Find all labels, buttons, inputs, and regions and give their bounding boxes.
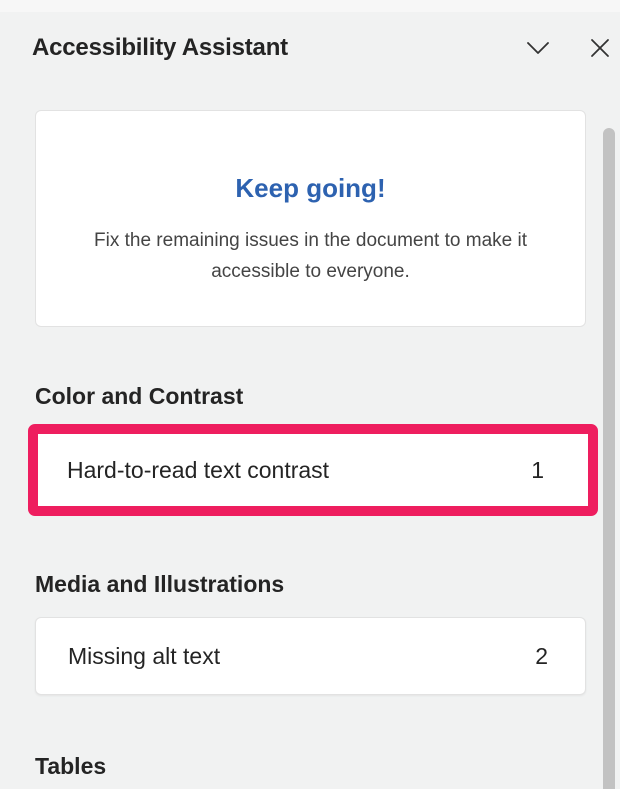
close-icon	[590, 38, 610, 58]
vertical-scrollbar-thumb[interactable]	[603, 128, 615, 789]
section-heading-color-and-contrast: Color and Contrast	[35, 383, 244, 409]
pane-title: Accessibility Assistant	[32, 34, 288, 61]
issue-count: 1	[531, 456, 544, 483]
accessibility-assistant-pane: Accessibility Assistant Keep going! Fix …	[0, 12, 620, 789]
status-card-message: Fix the remaining issues in the document…	[94, 230, 527, 282]
issue-count: 2	[535, 642, 548, 669]
section-heading-tables: Tables	[35, 753, 107, 779]
status-card: Keep going! Fix the remaining issues in …	[35, 110, 586, 327]
close-pane-button[interactable]	[584, 32, 616, 64]
section-heading-media-and-illustrations: Media and Illustrations	[35, 571, 285, 597]
issue-row-missing-alt-text[interactable]: Missing alt text 2	[35, 617, 586, 695]
issue-label: Hard-to-read text contrast	[67, 456, 330, 483]
issue-row-hard-to-read-text-contrast[interactable]: Hard-to-read text contrast 1	[28, 424, 598, 516]
window-top-strip	[0, 0, 620, 12]
chevron-down-icon	[527, 42, 549, 54]
pane-options-button[interactable]	[522, 32, 554, 64]
status-card-title: Keep going!	[235, 173, 386, 203]
issue-label: Missing alt text	[68, 642, 221, 669]
